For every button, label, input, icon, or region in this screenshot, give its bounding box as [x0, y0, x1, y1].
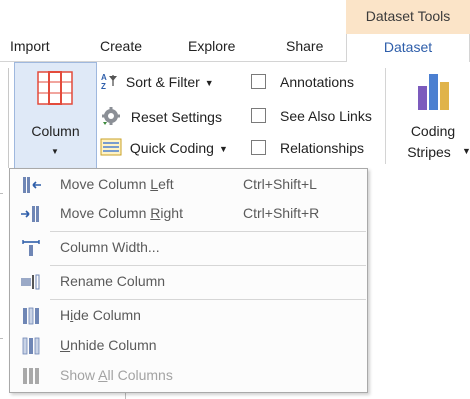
hide-column-icon — [23, 307, 39, 325]
menu-item-label: Rename Column — [60, 273, 166, 289]
show-all-columns-icon — [23, 368, 39, 384]
svg-text:A: A — [101, 73, 107, 82]
coding-stripes-label-line1: Coding — [410, 123, 456, 139]
quick-coding-label: Quick Coding — [129, 140, 214, 156]
column-dropdown-menu: Move Column Left Ctrl+Shift+L Move Colum… — [9, 168, 368, 393]
move-right-icon — [21, 206, 39, 222]
chevron-down-icon: ▼ — [218, 144, 228, 154]
coding-stripes-label-line2: Stripes — [407, 144, 451, 160]
menu-item-label: Column Width... — [60, 239, 160, 255]
menu-item-label: Show All Columns — [60, 367, 173, 383]
menu-item-hide-column[interactable]: Hide Column — [10, 303, 367, 329]
annotations-label: Annotations — [280, 74, 354, 90]
svg-text:Z: Z — [101, 82, 106, 90]
menu-item-column-width[interactable]: Column Width... — [10, 235, 367, 261]
sort-filter-label: Sort & Filter — [125, 74, 200, 90]
ribbon-left-edge — [8, 68, 9, 168]
menu-item-move-column-left[interactable]: Move Column Left Ctrl+Shift+L — [10, 172, 367, 198]
dataset-tools-context-header: Dataset Tools — [346, 0, 470, 34]
tab-import[interactable]: Import — [10, 38, 50, 54]
tab-explore[interactable]: Explore — [188, 38, 235, 54]
relationships-checkbox[interactable] — [251, 140, 266, 155]
chevron-down-icon: ▼ — [51, 147, 59, 156]
chevron-down-icon: ▼ — [204, 78, 214, 88]
column-button[interactable]: Column ▼ — [14, 62, 97, 169]
menu-separator — [50, 231, 366, 232]
reset-settings-button[interactable]: Reset Settings — [100, 106, 222, 126]
menu-item-shortcut: Ctrl+Shift+L — [243, 176, 317, 192]
menu-separator — [50, 299, 366, 300]
column-width-icon — [22, 240, 40, 256]
column-button-label: Column — [31, 123, 80, 139]
menu-item-label: Hide Column — [60, 307, 141, 323]
move-left-icon — [23, 177, 41, 193]
backdrop-grid-line — [125, 393, 126, 399]
tab-share[interactable]: Share — [286, 38, 323, 54]
relationships-label: Relationships — [280, 140, 365, 156]
sort-filter-button[interactable]: A Z Sort & Filter ▼ — [100, 72, 214, 92]
backdrop-grid-line — [0, 193, 3, 194]
menu-item-show-all-columns: Show All Columns — [10, 363, 367, 389]
tab-create[interactable]: Create — [100, 38, 142, 54]
ribbon-group-divider — [385, 68, 386, 164]
chevron-down-icon: ▼ — [462, 146, 470, 156]
menu-separator — [50, 265, 366, 266]
see-also-links-checkbox[interactable] — [251, 108, 266, 123]
quick-coding-icon — [100, 138, 122, 156]
menu-item-label: Move Column Left — [60, 176, 174, 192]
menu-item-shortcut: Ctrl+Shift+R — [243, 205, 320, 221]
menu-item-label: Unhide Column — [60, 337, 157, 353]
reset-settings-label: Reset Settings — [130, 109, 222, 125]
sort-az-icon: A Z — [101, 73, 117, 91]
reset-gear-icon — [102, 107, 120, 125]
menu-item-label: Move Column Right — [60, 205, 183, 221]
quick-coding-button[interactable]: Quick Coding ▼ — [100, 138, 228, 158]
menu-item-unhide-column[interactable]: Unhide Column — [10, 333, 367, 359]
see-also-links-label: See Also Links — [280, 108, 372, 124]
coding-stripes-button[interactable]: Coding Stripes ▼ — [398, 68, 470, 168]
menu-item-move-column-right[interactable]: Move Column Right Ctrl+Shift+R — [10, 201, 367, 227]
menu-item-rename-column[interactable]: Rename Column — [10, 269, 367, 295]
ribbon-tab-strip: Import Create Explore Share Dataset — [0, 34, 470, 63]
coding-stripes-icon — [418, 74, 449, 110]
backdrop-grid-line — [0, 338, 3, 339]
annotations-checkbox[interactable] — [251, 74, 266, 89]
unhide-column-icon — [22, 337, 40, 355]
column-grid-icon — [37, 71, 73, 105]
rename-column-icon — [21, 274, 40, 290]
tab-dataset[interactable]: Dataset — [346, 34, 470, 63]
